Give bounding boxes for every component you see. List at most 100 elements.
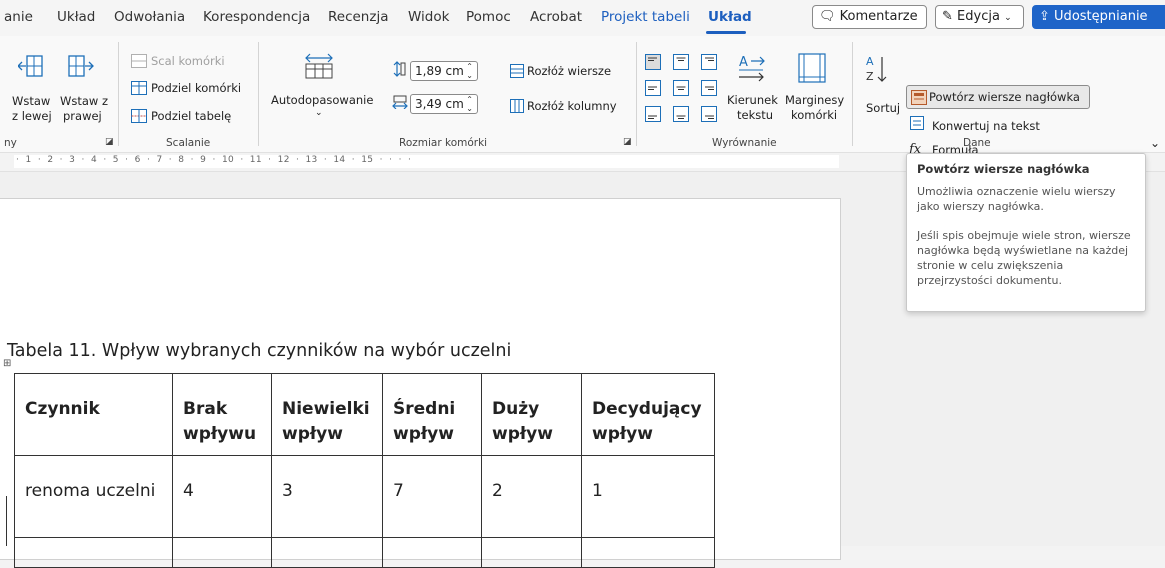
header-cell-medium[interactable]: Średni wpływ xyxy=(382,373,482,456)
align-bottom-right-icon[interactable] xyxy=(701,106,717,122)
data-table[interactable]: Czynnik Brak wpływu Niewielki wpływ Średni… xyxy=(14,373,715,568)
sort-label[interactable]: Sortuj xyxy=(866,101,900,115)
insert-left-icon[interactable] xyxy=(18,54,44,78)
text-direction-icon[interactable]: A xyxy=(737,53,767,85)
header-text: Niewielki xyxy=(282,399,370,419)
table-cell[interactable]: 2 xyxy=(481,455,582,538)
tab-table-layout[interactable]: Układ xyxy=(708,9,752,25)
header-cell-small[interactable]: Niewielki wpływ xyxy=(271,373,383,456)
spinner-arrows-icon[interactable]: ⌃ ⌄ xyxy=(466,95,473,113)
align-bottom-center-icon[interactable] xyxy=(673,106,689,122)
header-text: wpływ xyxy=(282,424,343,444)
table-cell[interactable] xyxy=(581,537,715,568)
tab-help[interactable]: Pomoc xyxy=(466,9,511,25)
row-height-value: 1,89 cm xyxy=(415,64,464,78)
sort-icon[interactable]: A Z xyxy=(864,53,890,85)
distribute-rows-label[interactable]: Rozłóż wiersze xyxy=(527,64,611,78)
header-text: Duży xyxy=(492,399,540,419)
insert-left-label-2[interactable]: z lewej xyxy=(12,109,52,123)
ruler-marks: · 1 · 2 · 3 · 4 · 5 · 6 · 7 · 8 · 9 · 10… xyxy=(16,155,412,165)
row-height-icon xyxy=(393,61,406,77)
left-border-line xyxy=(6,496,7,546)
svg-text:Z: Z xyxy=(866,70,874,83)
split-cells-icon[interactable] xyxy=(131,81,147,95)
table-cell[interactable] xyxy=(481,537,582,568)
comments-button[interactable]: 🗨 Komentarze xyxy=(812,5,927,29)
tab-references[interactable]: Odwołania xyxy=(114,9,185,25)
autofit-label[interactable]: Autodopasowanie xyxy=(271,93,373,107)
tooltip-details: Jeśli spis obejmuje wiele stron, wiersze… xyxy=(917,229,1131,287)
tab-review[interactable]: Recenzja xyxy=(328,9,388,25)
cell-margins-label-2[interactable]: komórki xyxy=(791,108,837,122)
insert-right-label-1[interactable]: Wstaw z xyxy=(60,94,108,108)
align-bottom-left-icon[interactable] xyxy=(645,106,661,122)
editing-button[interactable]: ✎ Edycja ⌄ xyxy=(935,5,1024,29)
table-cell[interactable] xyxy=(14,537,173,568)
svg-text:A: A xyxy=(866,55,874,68)
insert-left-label-1[interactable]: Wstaw xyxy=(12,94,50,108)
group-label-merge: Scalanie xyxy=(166,137,211,149)
text-direction-label-2[interactable]: tekstu xyxy=(737,108,773,122)
header-cell-none[interactable]: Brak wpływu xyxy=(172,373,272,456)
distribute-rows-icon[interactable] xyxy=(510,64,524,78)
insert-right-icon[interactable] xyxy=(67,54,95,78)
group-label-data: Dane xyxy=(963,137,991,149)
text-direction-label-1[interactable]: Kierunek xyxy=(727,93,778,107)
tab-acrobat[interactable]: Acrobat xyxy=(530,9,582,25)
repeat-header-rows-icon xyxy=(911,90,927,105)
tab-table-design[interactable]: Projekt tabeli xyxy=(601,9,690,25)
chevron-down-icon[interactable]: ⌄ xyxy=(315,108,323,118)
table-caption[interactable]: Tabela 11. Wpływ wybranych czynników na … xyxy=(7,341,511,361)
column-width-icon xyxy=(392,95,408,109)
row-height-input[interactable]: 1,89 cm ⌃ ⌄ xyxy=(410,61,478,81)
table-cell[interactable]: 3 xyxy=(271,455,383,538)
table-cell[interactable] xyxy=(172,537,272,568)
table-cell[interactable] xyxy=(382,537,482,568)
header-cell-factor[interactable]: Czynnik xyxy=(14,373,173,456)
split-table-icon[interactable] xyxy=(131,109,147,123)
header-text: wpływ xyxy=(592,424,653,444)
cell-margins-label-1[interactable]: Marginesy xyxy=(785,93,844,107)
repeat-header-rows-label: Powtórz wiersze nagłówka xyxy=(929,90,1080,104)
table-cell[interactable]: 7 xyxy=(382,455,482,538)
column-width-input[interactable]: 3,49 cm ⌃ ⌄ xyxy=(410,94,478,114)
dialog-launcher-icon[interactable]: ◪ xyxy=(623,137,632,147)
convert-to-text-label[interactable]: Konwertuj na tekst xyxy=(932,119,1040,133)
insert-right-label-2[interactable]: prawej xyxy=(63,109,102,123)
share-button[interactable]: ⇪ Udostępnianie xyxy=(1032,5,1165,29)
spinner-arrows-icon[interactable]: ⌃ ⌄ xyxy=(466,62,473,80)
tab-mailings[interactable]: Korespondencja xyxy=(203,9,310,25)
align-middle-center-icon[interactable] xyxy=(673,80,689,96)
distribute-columns-icon[interactable] xyxy=(510,99,524,113)
align-middle-right-icon[interactable] xyxy=(701,80,717,96)
repeat-header-rows-button[interactable]: Powtórz wiersze nagłówka xyxy=(906,85,1090,109)
cell-margins-icon[interactable] xyxy=(798,53,826,83)
group-label-alignment: Wyrównanie xyxy=(712,137,777,149)
split-table-label[interactable]: Podziel tabelę xyxy=(151,109,231,123)
table-cell[interactable]: renoma uczelni xyxy=(14,455,173,538)
align-middle-left-icon[interactable] xyxy=(645,80,661,96)
header-cell-large[interactable]: Duży wpływ xyxy=(481,373,582,456)
table-cell[interactable]: 4 xyxy=(172,455,272,538)
table-move-handle-icon[interactable]: ⊞ xyxy=(3,358,11,369)
align-top-center-icon[interactable] xyxy=(673,54,689,70)
align-top-right-icon[interactable] xyxy=(701,54,717,70)
dialog-launcher-icon[interactable]: ◪ xyxy=(105,137,114,147)
split-cells-label[interactable]: Podziel komórki xyxy=(151,81,241,95)
header-text: Brak xyxy=(183,399,228,419)
table-cell[interactable] xyxy=(271,537,383,568)
tab-layout[interactable]: Układ xyxy=(57,9,95,25)
autofit-icon[interactable] xyxy=(302,52,336,80)
tab-view[interactable]: Widok xyxy=(408,9,449,25)
table-cell[interactable]: 1 xyxy=(581,455,715,538)
align-top-left-icon[interactable] xyxy=(645,54,661,70)
tab-home-partial[interactable]: anie xyxy=(4,9,33,25)
share-icon: ⇪ xyxy=(1039,9,1050,24)
menu-bar: anie Układ Odwołania Korespondencja Rece… xyxy=(0,0,1165,36)
distribute-columns-label[interactable]: Rozłóż kolumny xyxy=(527,99,617,113)
convert-to-text-icon[interactable] xyxy=(910,116,924,130)
merge-cells-icon xyxy=(131,54,147,68)
header-cell-decisive[interactable]: Decydujący wpływ xyxy=(581,373,715,456)
editing-label: Edycja xyxy=(957,9,1000,24)
collapse-ribbon-icon[interactable]: ⌄ xyxy=(1150,136,1160,150)
